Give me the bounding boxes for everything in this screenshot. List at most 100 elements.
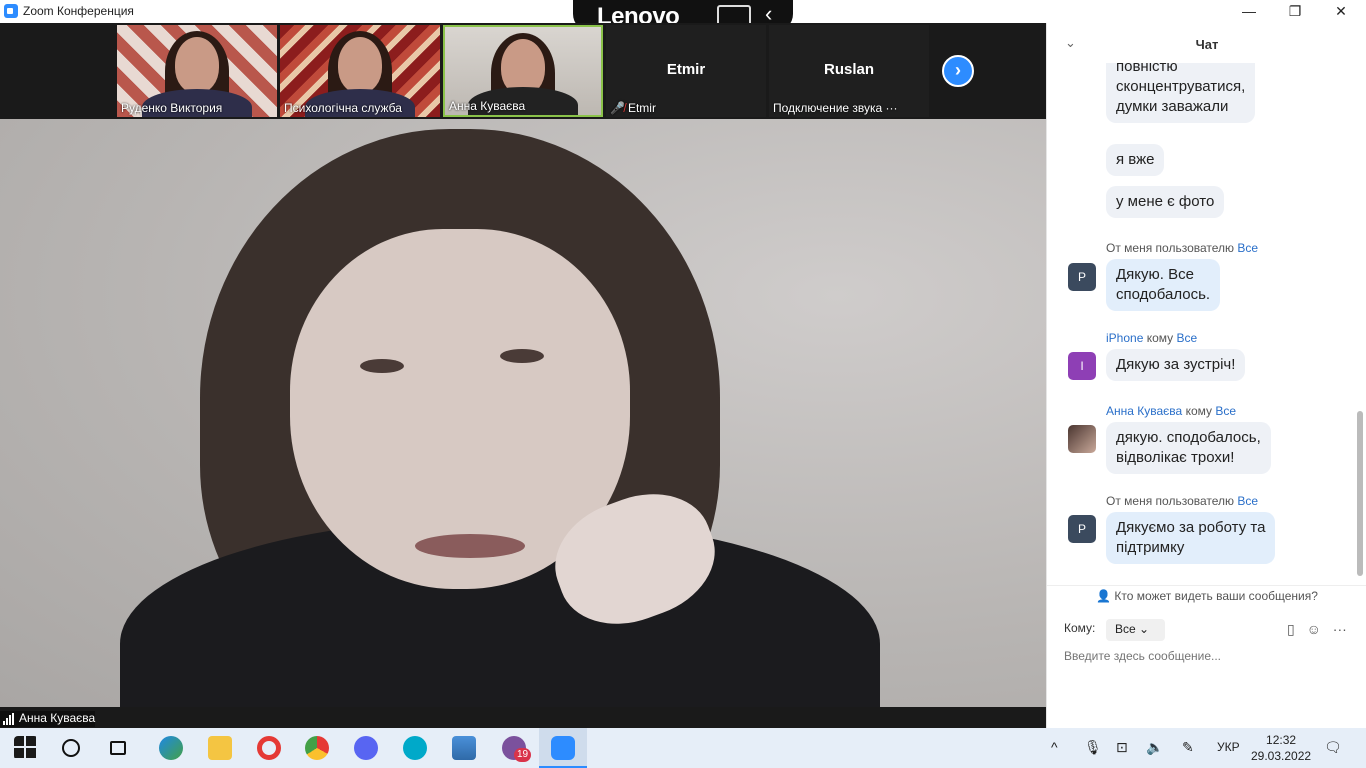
participant-name: Анна Куваєва	[449, 99, 526, 113]
message-meta: Анна Куваєва кому Все	[1106, 404, 1236, 418]
sender-link[interactable]: iPhone	[1106, 331, 1143, 345]
participant-tile[interactable]: Руденко Виктория	[117, 25, 277, 117]
discord-icon[interactable]	[354, 736, 378, 760]
message-line: сподобалось.	[1116, 286, 1211, 303]
chevron-down-icon: ⌄	[1139, 622, 1150, 636]
photos-icon[interactable]	[452, 736, 476, 760]
microphone-icon[interactable]: 🎙	[1084, 739, 1102, 756]
edge-icon[interactable]	[159, 736, 183, 760]
sender-link[interactable]: Анна Куваєва	[1106, 404, 1182, 418]
chat-message-list: повністю сконцентруватися, думки заважал…	[1047, 63, 1366, 583]
camera-icon[interactable]: ⊡	[1116, 739, 1128, 756]
viber-badge: 19	[514, 748, 531, 762]
message-line: відволікає трохи!	[1116, 449, 1235, 466]
sender-label: От меня пользователю	[1106, 241, 1235, 255]
recipient-link[interactable]: Все	[1237, 494, 1258, 508]
message-line: дякую. сподобалось,	[1116, 429, 1261, 446]
chat-message: повністю сконцентруватися, думки заважал…	[1106, 63, 1256, 123]
chat-message-input[interactable]	[1064, 649, 1354, 663]
more-icon[interactable]: ···	[1333, 621, 1347, 637]
pen-icon[interactable]: ✎	[1182, 739, 1194, 756]
chat-message: у мене є фото	[1106, 186, 1225, 218]
mic-muted-icon: 🎤̸	[610, 101, 625, 115]
zoom-icon[interactable]	[551, 736, 575, 760]
visibility-note[interactable]: 👤 Кто может видеть ваши сообщения?	[1047, 585, 1366, 607]
video-area: Руденко Виктория Психологічна служба Анн…	[0, 23, 1046, 728]
avatar: I	[1068, 352, 1096, 380]
chat-message: Дякую за зустріч!	[1106, 349, 1246, 381]
chrome-icon[interactable]	[305, 736, 329, 760]
message-text: Дякую за зустріч!	[1116, 356, 1236, 373]
scrollbar-thumb[interactable]	[1357, 411, 1363, 576]
message-line: Дякую. Все	[1116, 266, 1194, 283]
participant-tile[interactable]: Ruslan Подключение звука ···	[769, 25, 929, 117]
chat-message: дякую. сподобалось, відволікає трохи!	[1106, 422, 1271, 474]
recipient-link[interactable]: Все	[1177, 331, 1198, 345]
main-speaker-video	[0, 119, 1046, 707]
system-clock[interactable]: 12:32 29.03.2022	[1251, 732, 1311, 764]
participant-name-row: 🎤̸ Etmir	[610, 101, 656, 115]
chat-panel: ⌄ Чат повністю сконцентруватися, думки з…	[1046, 23, 1366, 728]
speaker-eye	[500, 349, 544, 363]
viber-icon[interactable]: 19	[502, 736, 531, 762]
signal-strength-icon	[3, 711, 15, 725]
participant-display-name: Etmir	[666, 61, 706, 78]
chat-message: я вже	[1106, 144, 1165, 176]
windows-taskbar: 19 ^ 🎙 ⊡ 🔈 ✎ УКР 12:32 29.03.2022 🗨	[0, 728, 1366, 768]
avatar: P	[1068, 263, 1096, 291]
clock-time: 12:32	[1266, 733, 1297, 747]
minimize-button[interactable]: —	[1226, 0, 1272, 23]
next-page-button[interactable]: ›	[942, 55, 974, 87]
file-icon[interactable]: ▯	[1287, 621, 1295, 637]
message-line: повністю	[1116, 63, 1178, 75]
file-explorer-icon[interactable]	[208, 736, 232, 760]
recipient-link[interactable]: Все	[1215, 404, 1236, 418]
recipient-value: Все	[1115, 622, 1136, 636]
recipient-link[interactable]: Все	[1237, 241, 1258, 255]
emoji-icon[interactable]: ☺	[1307, 621, 1321, 637]
sender-label: кому	[1146, 331, 1174, 345]
language-indicator[interactable]: УКР	[1217, 740, 1240, 754]
participant-status: Подключение звука ···	[773, 101, 898, 115]
chat-header: ⌄ Чат	[1047, 23, 1366, 63]
notifications-icon[interactable]: 🗨	[1324, 739, 1342, 756]
message-text: у мене є фото	[1116, 193, 1215, 210]
avatar: P	[1068, 515, 1096, 543]
participant-tile[interactable]: Etmir 🎤̸ Etmir	[606, 25, 766, 117]
participant-display-name: Ruslan	[823, 61, 874, 78]
chat-scrollbar[interactable]	[1357, 66, 1363, 576]
clock-date: 29.03.2022	[1251, 749, 1312, 763]
message-line: Дякуємо за роботу та	[1116, 519, 1266, 536]
speaker-name-label: Анна Куваєва	[0, 711, 96, 727]
participant-face	[338, 37, 382, 93]
people-icon: 👤	[1096, 589, 1112, 603]
message-line: підтримку	[1116, 539, 1185, 556]
zoom-app-icon	[4, 4, 18, 18]
chevron-up-icon[interactable]: ^	[1051, 739, 1058, 755]
task-view-icon[interactable]	[110, 741, 126, 755]
to-label: Кому:	[1064, 621, 1096, 635]
message-meta: iPhone кому Все	[1106, 331, 1197, 345]
opera-icon[interactable]	[257, 736, 281, 760]
participant-tile[interactable]: Психологічна служба	[280, 25, 440, 117]
participant-name: Etmir	[627, 101, 656, 115]
sender-label: От меня пользователю	[1106, 494, 1235, 508]
chat-message: Дякую. Все сподобалось.	[1106, 259, 1221, 311]
message-meta: От меня пользователю Все	[1106, 241, 1258, 255]
participant-face	[175, 37, 219, 93]
browser-c-icon[interactable]	[403, 736, 427, 760]
chat-title: Чат	[1195, 37, 1219, 52]
start-icon[interactable]	[14, 736, 38, 760]
volume-icon[interactable]: 🔈	[1146, 739, 1163, 756]
message-line: думки заважали	[1116, 98, 1229, 115]
recipient-select[interactable]: Все ⌄	[1106, 619, 1165, 641]
speaker-name: Анна Куваєва	[19, 711, 96, 725]
maximize-button[interactable]: ❐	[1272, 0, 1318, 23]
participant-tile-active[interactable]: Анна Куваєва	[443, 25, 603, 117]
participant-name: Руденко Виктория	[121, 101, 223, 115]
participant-strip: Руденко Виктория Психологічна служба Анн…	[0, 23, 1046, 119]
search-icon[interactable]	[62, 739, 80, 757]
avatar	[1068, 425, 1096, 453]
speaker-mouth	[415, 534, 525, 558]
close-button[interactable]: ✕	[1318, 0, 1364, 23]
